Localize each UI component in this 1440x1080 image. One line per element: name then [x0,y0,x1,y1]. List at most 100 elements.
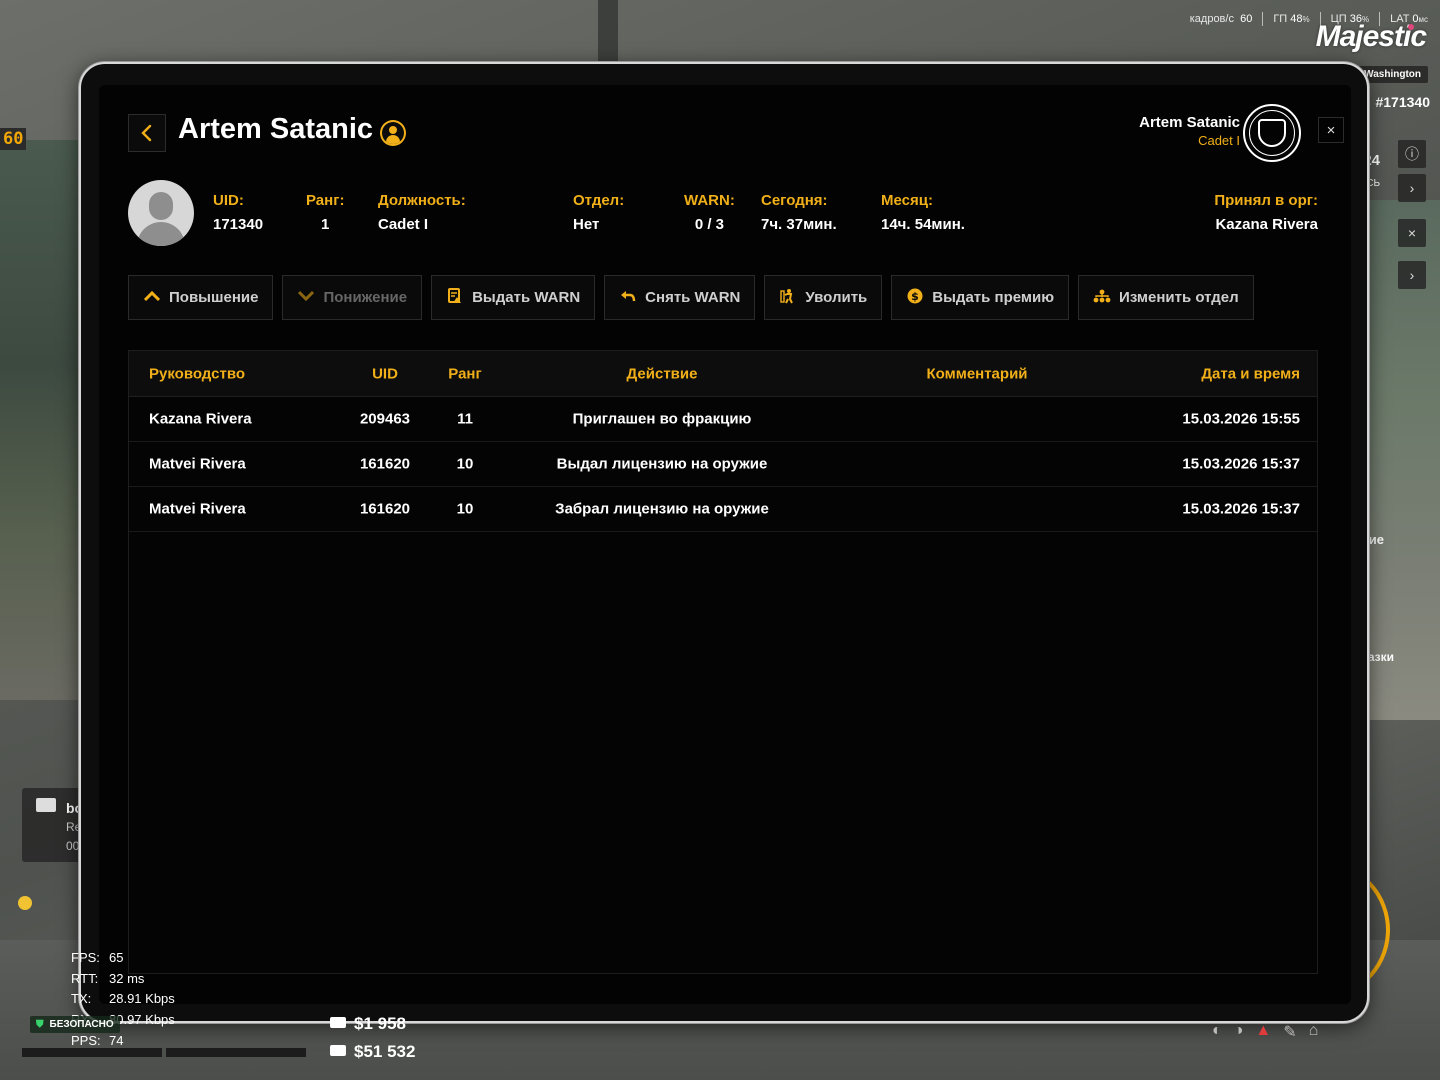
low-beam-icon: ◑ [1233,1022,1244,1039]
department-seal-icon [1243,104,1301,162]
table-row: Kazana Rivera 209463 11 Приглашен во фра… [129,397,1317,442]
stat-today: Сегодня: 7ч. 37мин. [761,192,837,233]
demote-label: Понижение [323,289,408,306]
fire-button[interactable]: Уволить [764,275,883,320]
cell-datetime: 15.03.2026 15:37 [1182,500,1300,518]
current-user-info: Artem Satanic Cadet I [1139,114,1240,148]
person-exit-icon [779,288,797,308]
background-scenery-left [0,140,80,700]
network-stats-overlay: FPS:65 RTT:32 ms TX:28.91 Kbps RX:80.97 … [71,948,175,1052]
stat-label: Принял в орг: [1214,192,1318,209]
member-profile-screen: Artem Satanic Artem Satanic Cadet I × UI… [99,85,1351,1004]
chevron-up-icon [143,289,161,306]
give-bonus-button[interactable]: $ Выдать премию [891,275,1070,320]
stat-value: 1 [321,216,330,233]
chevron-down-icon [297,289,315,306]
current-user-rank: Cadet I [1198,133,1240,148]
info-icon[interactable]: ⓘ [1398,140,1426,168]
player-id-badge: #171340 [1375,94,1430,110]
speed-limit-indicator: 60 [0,128,27,150]
fire-label: Уволить [805,289,868,306]
give-bonus-label: Выдать премию [932,289,1055,306]
stat-label: WARN: [684,192,735,209]
safe-zone-badge: ⛊ БЕЗОПАСНО [30,1016,120,1033]
page-title: Artem Satanic [178,113,374,145]
table-header: Руководство UID Ранг Действие Комментари… [129,351,1317,397]
table-row: Matvei Rivera 161620 10 Забрал лицензию … [129,487,1317,532]
stat-value: Kazana Rivera [1215,216,1318,233]
cell-leader: Matvei Rivera [149,455,246,473]
stat-rank: Ранг: 1 [306,192,344,233]
action-log-table: Руководство UID Ранг Действие Комментари… [128,350,1318,974]
change-department-button[interactable]: Изменить отдел [1078,275,1254,320]
org-structure-icon [1093,289,1111,307]
background-pole [598,0,618,64]
close-icon: × [1326,121,1336,139]
svg-text:$: $ [911,290,919,303]
netstat-row: RTT: 32 ms [71,970,145,986]
minimap-marker-icon [18,896,32,910]
promote-button[interactable]: Повышение [128,275,274,320]
netstat-row: TX: 28.91 Kbps [71,991,175,1007]
netstat-row: FPS: 65 [71,950,124,965]
stat-value: 171340 [213,216,264,233]
stat-value: Cadet I [378,216,429,233]
action-toolbar: Повышение Понижение Выдать WARN Снять WA… [128,275,1254,320]
armor-bar [166,1048,306,1057]
back-button[interactable] [128,114,166,152]
close-icon[interactable]: × [1398,219,1426,247]
close-button[interactable]: × [1318,117,1344,143]
stat-value: Нет [573,216,600,233]
cell-datetime: 15.03.2026 15:55 [1182,410,1300,428]
avatar [128,180,194,246]
health-bar [22,1048,162,1057]
column-header-leader: Руководство [149,365,246,382]
remove-warn-button[interactable]: Снять WARN [604,275,756,320]
give-warn-label: Выдать WARN [472,289,581,306]
remove-warn-label: Снять WARN [645,289,741,306]
stat-warn: WARN: 0 / 3 [684,192,735,233]
card-icon [330,1045,346,1056]
stat-label: Месяц: [881,192,933,209]
table-row: Matvei Rivera 161620 10 Выдал лицензию н… [129,442,1317,487]
divider [1262,12,1264,26]
stat-value: 0 / 3 [694,216,724,233]
cell-leader: Kazana Rivera [149,410,252,428]
stat-label: Сегодня: [761,192,828,209]
undo-arrow-icon [619,289,637,307]
camera-icon [36,798,56,812]
give-warn-button[interactable]: Выдать WARN [431,275,596,320]
stat-label: Ранг: [306,192,345,209]
hud-side-text: ие [1368,532,1384,547]
stat-label: Отдел: [573,192,625,209]
coin-icon: $ [906,288,924,308]
user-icon [380,120,406,146]
stat-label: Должность: [378,192,466,209]
cell-datetime: 15.03.2026 15:37 [1182,455,1300,473]
tablet-frame: Artem Satanic Artem Satanic Cadet I × UI… [79,62,1369,1023]
promote-label: Повышение [169,289,259,306]
vehicle-status-icons: ◐ ◑ ▲ ✎ ⌂ [1212,1022,1318,1042]
cash-icon [330,1017,346,1028]
seatbelt-icon: ▲ [1255,1022,1272,1039]
cash-amount: $1 958 [330,1014,406,1034]
stat-month: Месяц: 14ч. 54мин. [881,192,965,233]
bank-amount: $51 532 [330,1042,415,1062]
change-department-label: Изменить отдел [1119,289,1239,306]
stat-label: UID: [213,192,244,209]
gpu-readout: ГП 48% [1273,13,1310,25]
shield-icon: ⛊ [36,1019,44,1030]
chevron-right-icon[interactable]: › [1398,261,1426,289]
camera-panel-line: 00 [66,839,80,853]
hud-side-text: азки [1367,650,1394,664]
logo-dot-icon [1408,24,1414,30]
stat-position: Должность: Cadet I [378,192,466,233]
stat-hired-by: Принял в орг: Kazana Rivera [1214,192,1318,233]
demote-button[interactable]: Понижение [282,275,423,320]
document-warning-icon [446,287,464,308]
stat-value: 14ч. 54мин. [881,216,965,233]
stat-uid: UID: 171340 [213,192,263,233]
chevron-right-icon[interactable]: › [1398,174,1426,202]
stat-value: 7ч. 37мин. [761,216,837,233]
fps-readout: кадров/с 60 [1189,13,1253,25]
